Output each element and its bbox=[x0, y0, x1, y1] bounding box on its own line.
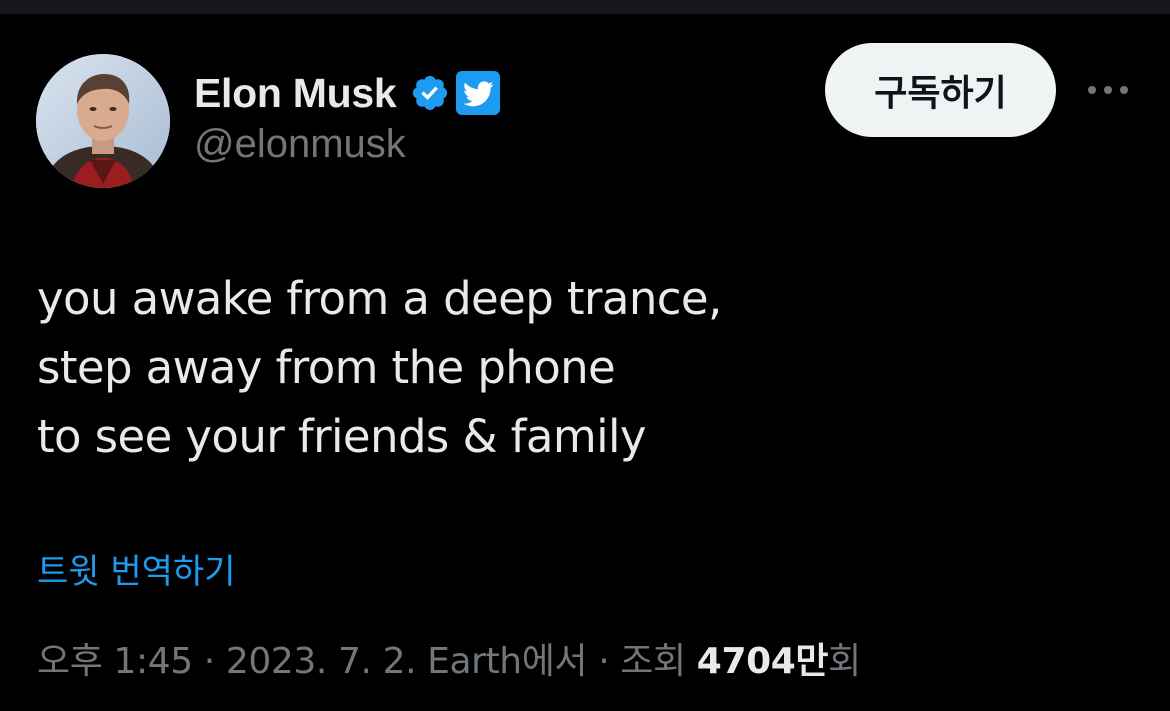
tweet-text-line: you awake from a deep trance, bbox=[37, 272, 722, 325]
subscribe-button[interactable]: 구독하기 bbox=[825, 43, 1056, 137]
meta-separator: · bbox=[587, 641, 621, 682]
tweet-text-line: to see your friends & family bbox=[37, 410, 647, 463]
tweet-text-line: step away from the phone bbox=[37, 341, 616, 394]
avatar[interactable] bbox=[36, 54, 170, 188]
top-bar bbox=[0, 0, 1170, 14]
tweet-date[interactable]: 2023. 7. 2. bbox=[226, 641, 417, 682]
more-icon[interactable] bbox=[1082, 72, 1134, 108]
meta-separator: · bbox=[192, 641, 226, 682]
translate-tweet-link[interactable]: 트윗 번역하기 bbox=[37, 544, 236, 593]
author-name-row: Elon Musk bbox=[194, 68, 501, 118]
tweet-text: you awake from a deep trance, step away … bbox=[37, 264, 1127, 471]
views-suffix: 회 bbox=[828, 641, 861, 682]
tweet-meta: 오후 1:45 · 2023. 7. 2. Earth에서 · 조회 4704만… bbox=[37, 632, 861, 684]
author-handle[interactable]: @elonmusk bbox=[194, 122, 406, 167]
views-count[interactable]: 4704만 bbox=[697, 641, 829, 682]
verified-badge-icon bbox=[413, 75, 448, 111]
tweet-location: Earth에서 bbox=[427, 641, 588, 682]
tweet-time[interactable]: 오후 1:45 bbox=[37, 641, 193, 682]
twitter-bird-icon bbox=[456, 71, 501, 115]
avatar-image bbox=[36, 54, 170, 188]
views-label: 조회 bbox=[620, 641, 686, 682]
author-display-name[interactable]: Elon Musk bbox=[194, 70, 397, 117]
tweet-card: Elon Musk @elonmusk 구독하기 you awake from … bbox=[0, 14, 1170, 711]
